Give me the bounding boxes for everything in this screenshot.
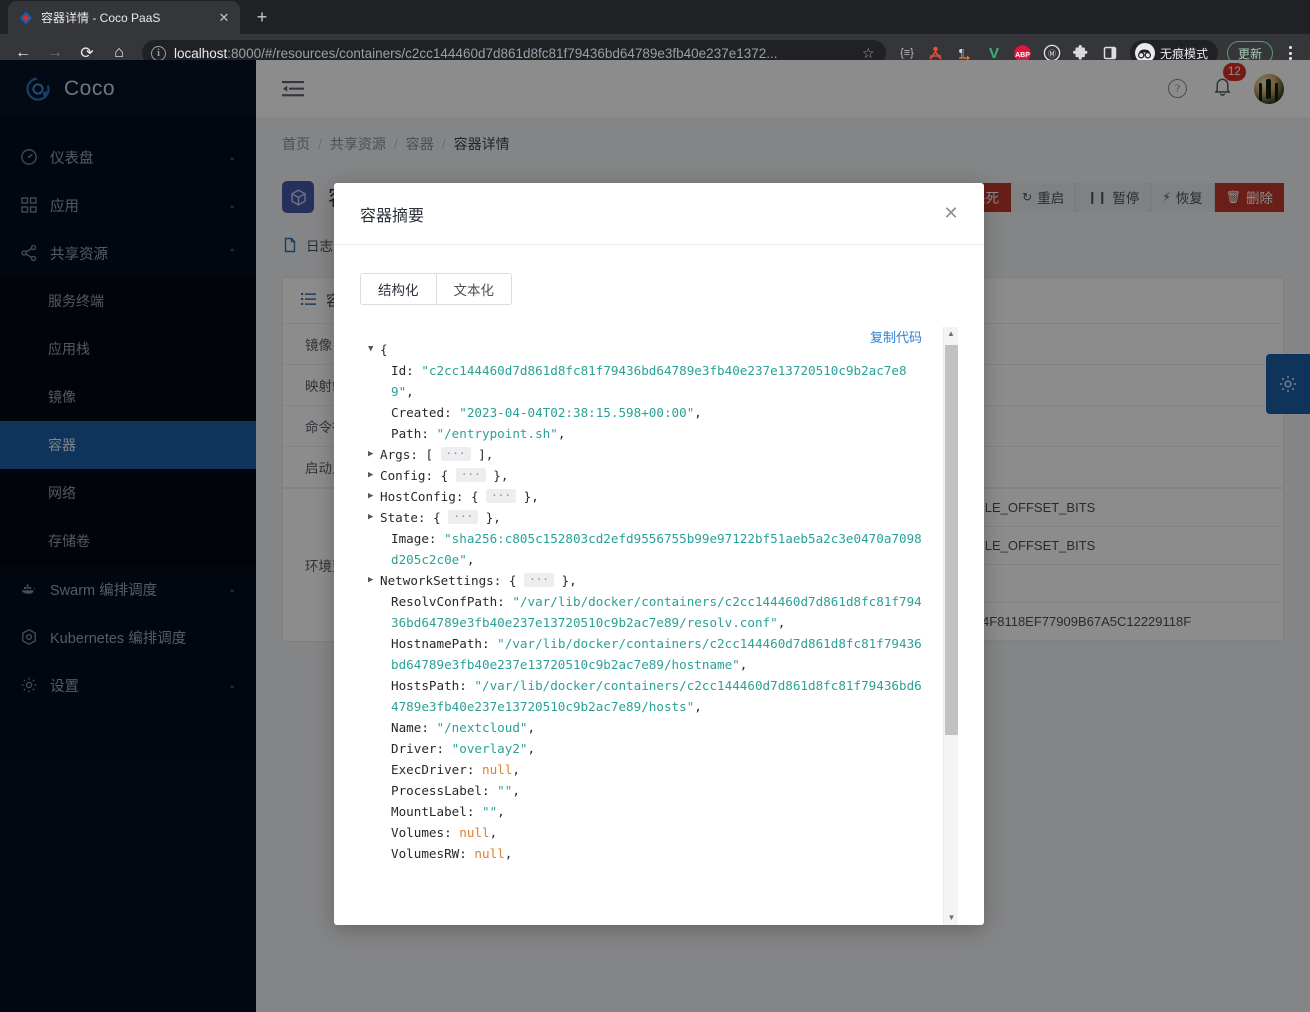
json-line: ProcessLabel: "", — [368, 780, 924, 801]
json-line-text: VolumesRW: null, — [391, 846, 513, 861]
dialog-body: 结构化 文本化 复制代码 ▼{Id: "c2cc144460d7d861d8fc… — [334, 245, 984, 925]
expand-arrow-icon[interactable]: ▶ — [368, 570, 379, 591]
json-scroll-area[interactable]: ▼{Id: "c2cc144460d7d861d8fc81f79436bd647… — [360, 327, 958, 925]
site-info-icon[interactable]: i — [151, 45, 166, 61]
json-line: Created: "2023-04-04T02:38:15.598+00:00"… — [368, 402, 924, 423]
json-line-text: ProcessLabel: "", — [391, 783, 520, 798]
incognito-label: 无痕模式 — [1159, 46, 1208, 61]
json-line-text: Driver: "overlay2", — [391, 741, 536, 756]
json-line-text: Args: [ ··· ], — [380, 447, 494, 462]
json-line[interactable]: ▶ State: { ··· }, — [368, 507, 924, 528]
json-line: Id: "c2cc144460d7d861d8fc81f79436bd64789… — [368, 360, 924, 402]
url-host: localhost — [174, 45, 228, 61]
view-mode-tabs: 结构化 文本化 — [360, 273, 958, 305]
expand-arrow-icon[interactable]: ▶ — [368, 444, 379, 465]
json-line: ExecDriver: null, — [368, 759, 924, 780]
close-icon[interactable]: ✕ — [940, 203, 962, 224]
svg-text:ABP: ABP — [1016, 52, 1031, 59]
json-line-text: MountLabel: "", — [391, 804, 505, 819]
json-line: HostsPath: "/var/lib/docker/containers/c… — [368, 675, 924, 717]
new-tab-button[interactable]: + — [248, 3, 276, 31]
json-line: Name: "/nextcloud", — [368, 717, 924, 738]
bookmark-star-icon[interactable]: ☆ — [862, 45, 878, 62]
scrollbar-thumb[interactable] — [945, 345, 958, 735]
expand-arrow-icon[interactable]: ▶ — [368, 507, 379, 528]
dialog-header: 容器摘要 ✕ — [334, 183, 984, 245]
tab-strip: 容器详情 - Coco PaaS ✕ + — [0, 0, 1310, 34]
browser-tab[interactable]: 容器详情 - Coco PaaS ✕ — [8, 1, 240, 34]
json-line-text: NetworkSettings: { ··· }, — [380, 573, 577, 588]
json-viewer: 复制代码 ▼{Id: "c2cc144460d7d861d8fc81f79436… — [360, 327, 958, 925]
json-line: ResolvConfPath: "/var/lib/docker/contain… — [368, 591, 924, 633]
json-line-text: HostConfig: { ··· }, — [380, 489, 539, 504]
scroll-up-arrow[interactable]: ▲ — [944, 327, 958, 341]
json-line-text: HostsPath: "/var/lib/docker/containers/c… — [391, 678, 922, 714]
json-line[interactable]: ▶ NetworkSettings: { ··· }, — [368, 570, 924, 591]
copy-code-link[interactable]: 复制代码 — [870, 327, 922, 346]
collapse-arrow-icon[interactable]: ▼ — [368, 339, 379, 360]
browser-window: 容器详情 - Coco PaaS ✕ + ← → ⟳ ⌂ i localhost… — [0, 0, 1310, 1012]
json-line[interactable]: ▼{ — [368, 339, 924, 360]
dialog-title: 容器摘要 — [360, 207, 425, 225]
json-line: Path: "/entrypoint.sh", — [368, 423, 924, 444]
json-line[interactable]: ▶ HostConfig: { ··· }, — [368, 486, 924, 507]
expand-arrow-icon[interactable]: ▶ — [368, 465, 379, 486]
json-line-text: HostnamePath: "/var/lib/docker/container… — [391, 636, 922, 672]
json-line: MountLabel: "", — [368, 801, 924, 822]
page-viewport: Coco 仪表盘 ⌄ 应用 ⌄ 共享资源 ⌃ 服务终端 应用栈 镜像 容器 网络… — [0, 60, 1310, 1012]
json-line-text: Image: "sha256:c805c152803cd2efd9556755b… — [391, 531, 922, 567]
json-line: Image: "sha256:c805c152803cd2efd9556755b… — [368, 528, 924, 570]
json-line-text: Config: { ··· }, — [380, 468, 509, 483]
json-line-text: Id: "c2cc144460d7d861d8fc81f79436bd64789… — [391, 363, 907, 399]
json-line: VolumesRW: null, — [368, 843, 924, 864]
json-line-text: State: { ··· }, — [380, 510, 501, 525]
json-line[interactable]: ▶ Args: [ ··· ], — [368, 444, 924, 465]
close-icon[interactable]: ✕ — [216, 10, 232, 26]
json-line-text: { — [380, 342, 388, 357]
json-line-text: Name: "/nextcloud", — [391, 720, 536, 735]
json-line-text: Created: "2023-04-04T02:38:15.598+00:00"… — [391, 405, 702, 420]
tab-text[interactable]: 文本化 — [436, 273, 512, 305]
tab-structured[interactable]: 结构化 — [360, 273, 437, 305]
url-text: localhost:8000/#/resources/containers/c2… — [174, 46, 854, 61]
tab-title: 容器详情 - Coco PaaS — [41, 11, 161, 25]
json-line: Volumes: null, — [368, 822, 924, 843]
container-summary-dialog: 容器摘要 ✕ 结构化 文本化 复制代码 ▼{Id: "c2cc144460d7d… — [334, 183, 984, 925]
json-line: Driver: "overlay2", — [368, 738, 924, 759]
svg-text:¶: ¶ — [959, 47, 964, 59]
json-line-text: Path: "/entrypoint.sh", — [391, 426, 566, 441]
scroll-down-arrow[interactable]: ▼ — [944, 911, 958, 925]
expand-arrow-icon[interactable]: ▶ — [368, 486, 379, 507]
url-path: :8000/#/resources/containers/c2cc144460d… — [227, 45, 778, 61]
json-line-text: ResolvConfPath: "/var/lib/docker/contain… — [391, 594, 922, 630]
svg-text:Ⓜ: Ⓜ — [1048, 50, 1056, 59]
scrollbar-vertical[interactable]: ▲ ▼ — [943, 327, 958, 925]
json-content: ▼{Id: "c2cc144460d7d861d8fc81f79436bd647… — [368, 339, 924, 864]
favicon-icon — [18, 10, 34, 26]
json-line-text: Volumes: null, — [391, 825, 498, 840]
json-line-text: ExecDriver: null, — [391, 762, 520, 777]
json-line: HostnamePath: "/var/lib/docker/container… — [368, 633, 924, 675]
json-line[interactable]: ▶ Config: { ··· }, — [368, 465, 924, 486]
browser-menu-icon[interactable] — [1278, 46, 1302, 60]
